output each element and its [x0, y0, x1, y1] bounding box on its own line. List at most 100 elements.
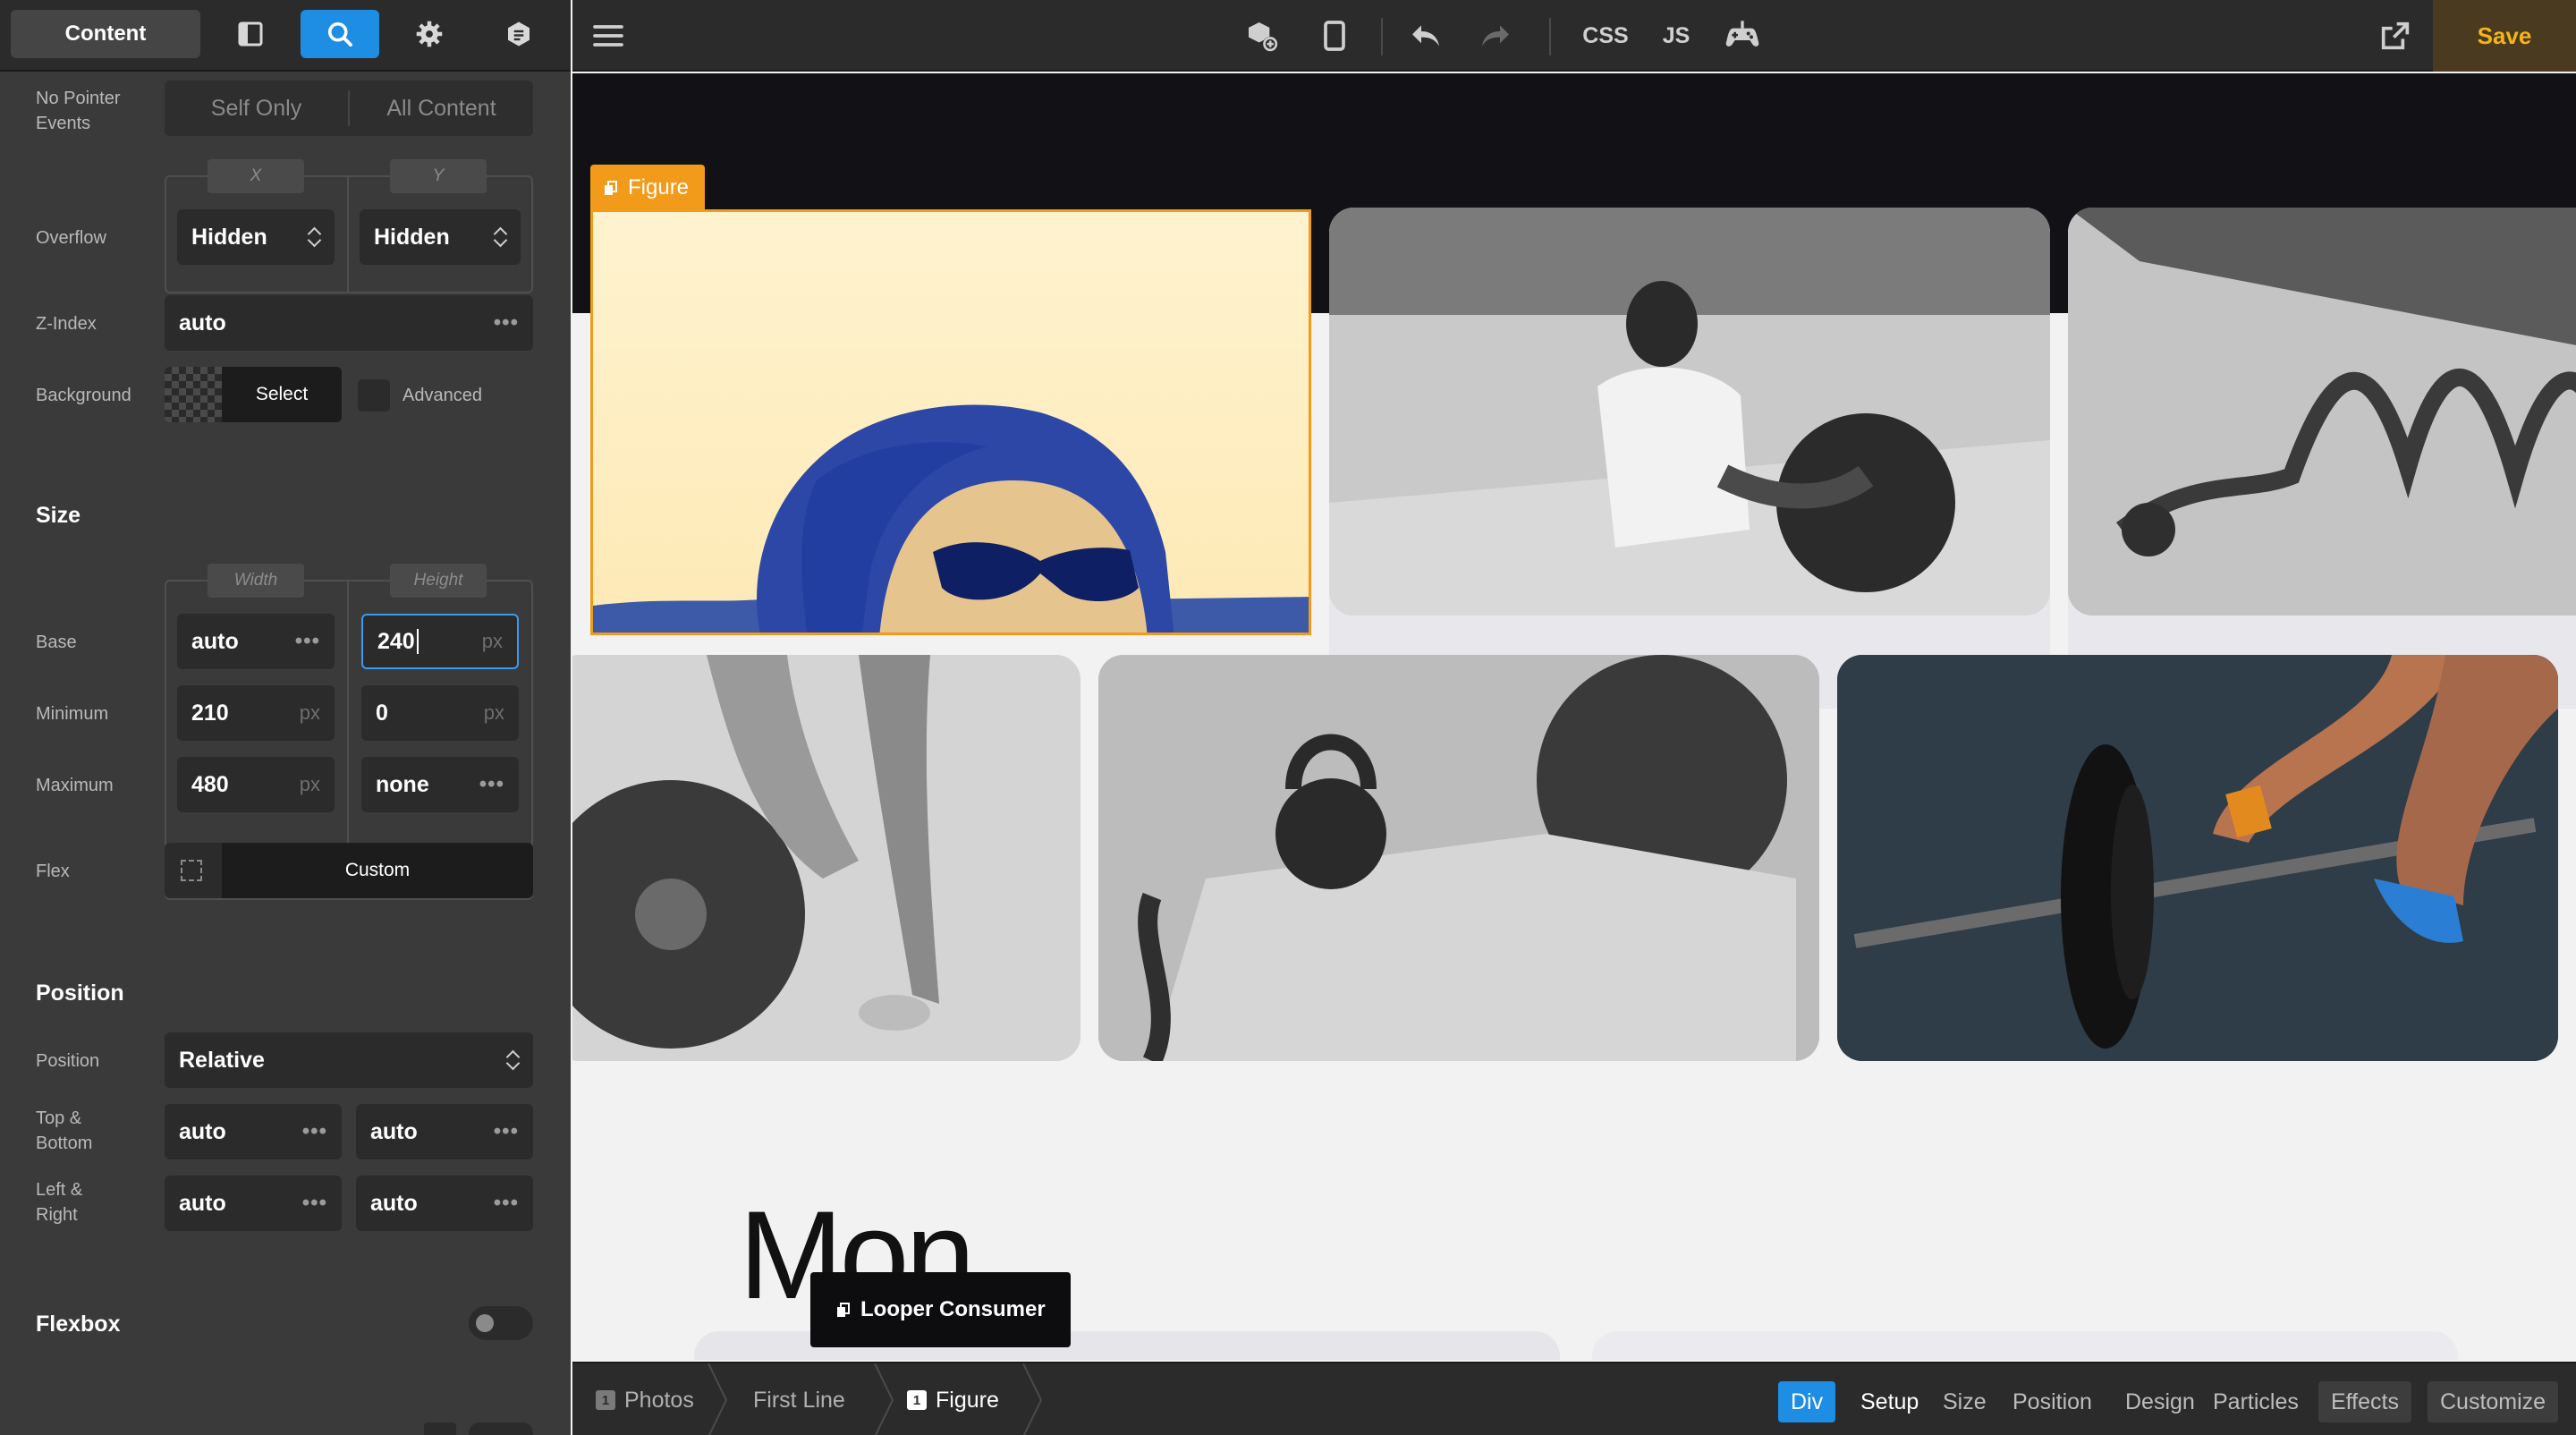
max-width-value: 480	[191, 771, 229, 797]
stack-icon	[837, 1303, 850, 1317]
right-input[interactable]: auto •••	[356, 1176, 533, 1231]
min-width-value: 210	[191, 700, 229, 726]
css-button[interactable]: CSS	[1576, 18, 1635, 54]
looper-consumer-label: Looper Consumer	[860, 1297, 1046, 1321]
all-content-option[interactable]: All Content	[350, 96, 533, 122]
inspector-sidebar: Content No Pointer Events Self Only All …	[0, 0, 571, 1435]
base-height-unit[interactable]: px	[482, 630, 503, 653]
element-type-badge[interactable]: Div	[1778, 1381, 1836, 1422]
max-height-value: none	[376, 771, 429, 797]
photo-card-battle-ropes[interactable]	[2068, 208, 2576, 616]
sidebar-body: No Pointer Events Self Only All Content …	[0, 73, 571, 1435]
tab-customize[interactable]: Customize	[2428, 1381, 2559, 1422]
position-select[interactable]: Relative	[165, 1032, 533, 1088]
builder-toolbar: CSS JS Save	[572, 0, 2576, 72]
hamburger-menu-icon[interactable]	[590, 18, 626, 54]
gear-icon[interactable]	[390, 10, 469, 58]
updown-chevron-icon	[494, 226, 506, 248]
breadcrumb-photos[interactable]: 1 Photos	[596, 1363, 694, 1435]
top-value: auto	[179, 1118, 226, 1144]
breadcrumb-separator	[708, 1363, 728, 1435]
tab-size[interactable]: Size	[1930, 1381, 1999, 1422]
position-label: Position	[36, 1051, 100, 1071]
min-width-input[interactable]: 210 px	[177, 685, 335, 741]
background-swatch[interactable]	[165, 367, 222, 422]
pointer-events-label: No Pointer Events	[36, 89, 121, 133]
photo-card-barbell-lift[interactable]	[572, 655, 1080, 1061]
min-width-unit[interactable]: px	[300, 701, 320, 725]
minimum-label: Minimum	[36, 704, 109, 724]
tab-effects[interactable]: Effects	[2318, 1381, 2411, 1422]
tab-design[interactable]: Design	[2113, 1381, 2207, 1422]
figure-tag-label: Figure	[628, 175, 690, 200]
js-button[interactable]: JS	[1655, 18, 1698, 54]
undo-icon[interactable]	[1408, 18, 1444, 54]
mobile-preview-icon[interactable]	[1317, 18, 1352, 54]
tab-particles[interactable]: Particles	[2200, 1381, 2311, 1422]
updown-chevron-icon	[506, 1049, 519, 1071]
save-button[interactable]: Save	[2433, 0, 2576, 72]
partial-toggle[interactable]	[469, 1422, 533, 1435]
tab-position[interactable]: Position	[2000, 1381, 2105, 1422]
overflow-x-select[interactable]: Hidden	[177, 209, 335, 265]
content-card-partial	[1592, 1331, 2458, 1360]
min-height-unit[interactable]: px	[484, 701, 504, 725]
more-dots-icon[interactable]: •••	[302, 1119, 327, 1144]
builder-app: Content No Pointer Events Self Only All …	[0, 0, 2576, 1435]
more-dots-icon[interactable]: •••	[479, 772, 504, 797]
external-link-icon[interactable]	[2377, 18, 2413, 54]
photo-card-kettlebell[interactable]	[1098, 655, 1819, 1061]
z-index-label: Z-Index	[36, 314, 97, 334]
base-height-input[interactable]: 240 px	[361, 614, 519, 669]
background-select-button[interactable]: Select	[222, 367, 342, 422]
figure-card-selected[interactable]	[590, 209, 1311, 635]
flex-shape-icon[interactable]	[165, 843, 222, 898]
base-width-input[interactable]: auto •••	[177, 614, 335, 669]
self-only-option[interactable]: Self Only	[165, 96, 348, 122]
breadcrumb-separator	[1022, 1363, 1043, 1435]
max-height-input[interactable]: none •••	[361, 757, 519, 812]
z-index-input[interactable]: auto •••	[165, 295, 533, 351]
left-input[interactable]: auto •••	[165, 1176, 342, 1231]
min-height-input[interactable]: 0 px	[361, 685, 519, 741]
advanced-checkbox[interactable]	[358, 379, 390, 412]
top-input[interactable]: auto •••	[165, 1104, 342, 1159]
photo-card-deadlift[interactable]	[1837, 655, 2558, 1061]
woman-sunglasses-photo	[593, 212, 1309, 633]
overflow-label: Overflow	[36, 228, 106, 248]
tab-setup[interactable]: Setup	[1848, 1381, 1931, 1422]
breadcrumb-label: Photos	[624, 1387, 694, 1413]
gamepad-icon[interactable]	[1723, 18, 1762, 54]
more-dots-icon[interactable]: •••	[302, 1191, 327, 1216]
flex-custom-button[interactable]: Custom	[222, 843, 533, 898]
more-dots-icon[interactable]: •••	[494, 1191, 519, 1216]
overflow-y-value: Hidden	[374, 224, 450, 250]
breadcrumb-first-line[interactable]: First Line	[753, 1363, 845, 1435]
tab-content[interactable]: Content	[11, 10, 200, 58]
looper-consumer-tag[interactable]: Looper Consumer	[810, 1272, 1071, 1347]
woman-barbell-photo	[572, 655, 1080, 1061]
more-dots-icon[interactable]: •••	[295, 629, 320, 654]
height-axis: Height	[390, 564, 487, 598]
breadcrumb-figure[interactable]: 1 Figure	[907, 1363, 999, 1435]
overflow-y-axis: Y	[390, 159, 487, 193]
overflow-y-select[interactable]: Hidden	[360, 209, 521, 265]
pointer-events-toggle: Self Only All Content	[165, 81, 533, 136]
more-dots-icon[interactable]: •••	[494, 310, 519, 335]
max-width-input[interactable]: 480 px	[177, 757, 335, 812]
dashed-box-icon	[181, 860, 202, 881]
figure-selection-tag[interactable]: Figure	[590, 165, 706, 211]
max-width-unit[interactable]: px	[300, 773, 320, 796]
layout-icon[interactable]	[211, 10, 290, 58]
flexbox-toggle[interactable]	[469, 1306, 533, 1340]
redo-icon[interactable]	[1478, 18, 1513, 54]
stylebook-icon[interactable]	[479, 10, 558, 58]
photo-card-medicine-ball[interactable]	[1329, 208, 2050, 616]
partial-control[interactable]	[424, 1422, 456, 1435]
add-element-icon[interactable]	[1241, 18, 1283, 54]
bottom-input[interactable]: auto •••	[356, 1104, 533, 1159]
bottom-value: auto	[370, 1118, 418, 1144]
more-dots-icon[interactable]: •••	[494, 1119, 519, 1144]
stack-icon	[605, 181, 617, 195]
search-icon[interactable]	[301, 10, 379, 58]
